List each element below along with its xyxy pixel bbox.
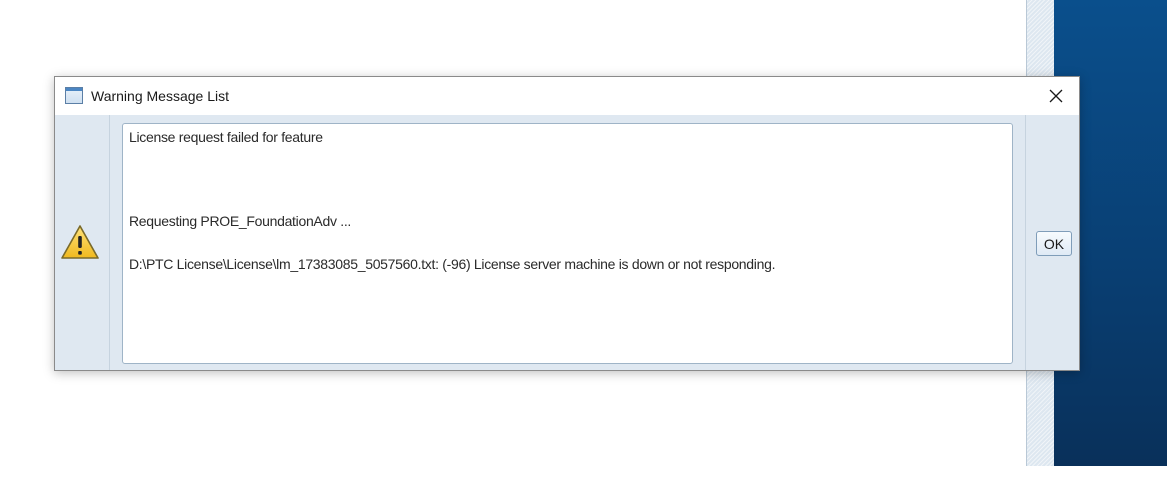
window-icon [65, 87, 83, 104]
icon-column [55, 115, 110, 370]
background-window-edge [1026, 466, 1167, 482]
warning-message-dialog: Warning Message List License request fai… [54, 76, 1080, 371]
dialog-body: License request failed for feature Reque… [55, 115, 1079, 370]
message-line-1: License request failed for feature [129, 129, 323, 145]
dialog-title: Warning Message List [91, 88, 229, 104]
message-line-3: D:\PTC License\License\lm_17383085_50575… [129, 256, 776, 272]
message-line-2: Requesting PROE_FoundationAdv ... [129, 213, 352, 229]
button-column: OK [1025, 115, 1080, 370]
warning-triangle-icon [61, 225, 99, 259]
close-icon [1049, 89, 1063, 103]
dialog-titlebar[interactable]: Warning Message List [55, 77, 1079, 115]
ok-button[interactable]: OK [1036, 231, 1072, 256]
close-button[interactable] [1041, 81, 1071, 111]
message-text-area[interactable]: License request failed for feature Reque… [122, 123, 1013, 364]
